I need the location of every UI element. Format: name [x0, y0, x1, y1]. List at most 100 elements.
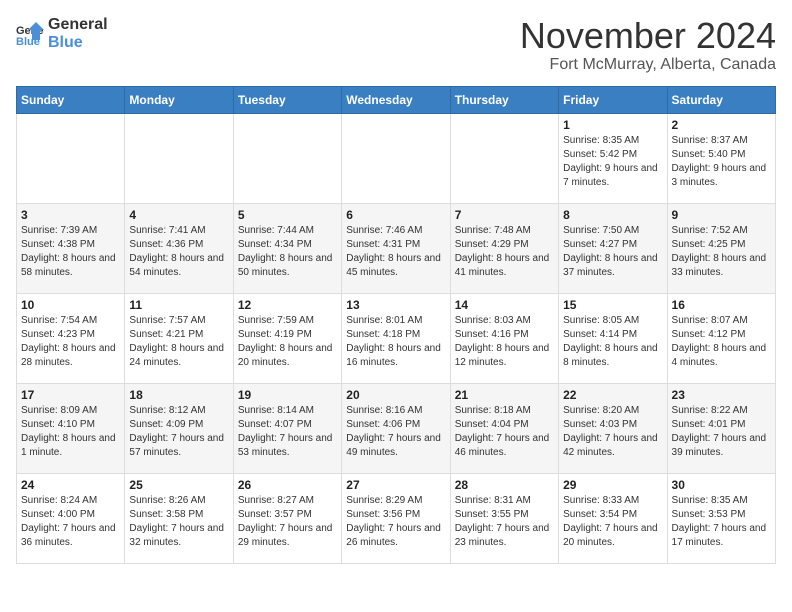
calendar-cell: 20Sunrise: 8:16 AM Sunset: 4:06 PM Dayli… [342, 383, 450, 473]
day-info: Sunrise: 7:39 AM Sunset: 4:38 PM Dayligh… [21, 224, 120, 280]
day-number: 22 [563, 388, 662, 402]
day-info: Sunrise: 8:18 AM Sunset: 4:04 PM Dayligh… [455, 404, 554, 460]
calendar-cell: 6 Sunrise: 7:46 AM Sunset: 4:31 PM Daylig… [342, 203, 450, 293]
calendar-cell [450, 113, 558, 203]
calendar-cell: 11 Sunrise: 7:57 AM Sunset: 4:21 PM Dayli… [125, 293, 233, 383]
day-info: Sunrise: 7:57 AM Sunset: 4:21 PM Dayligh… [129, 314, 228, 370]
logo-icon: General Blue [16, 20, 44, 48]
day-number: 27 [346, 478, 445, 492]
calendar-cell: 1 Sunrise: 8:35 AM Sunset: 5:42 PM Daylig… [559, 113, 667, 203]
calendar-header-row: SundayMondayTuesdayWednesdayThursdayFrid… [17, 86, 776, 113]
day-number: 3 [21, 208, 120, 222]
calendar-cell [17, 113, 125, 203]
col-header-thursday: Thursday [450, 86, 558, 113]
day-info: Sunrise: 7:50 AM Sunset: 4:27 PM Dayligh… [563, 224, 662, 280]
day-info: Sunrise: 7:44 AM Sunset: 4:34 PM Dayligh… [238, 224, 337, 280]
day-number: 13 [346, 298, 445, 312]
day-number: 9 [672, 208, 771, 222]
col-header-monday: Monday [125, 86, 233, 113]
location-title: Fort McMurray, Alberta, Canada [520, 56, 776, 74]
calendar-cell: 23 Sunrise: 8:22 AM Sunset: 4:01 PM Dayli… [667, 383, 775, 473]
calendar-cell: 21 Sunrise: 8:18 AM Sunset: 4:04 PM Dayli… [450, 383, 558, 473]
day-number: 1 [563, 118, 662, 132]
day-number: 7 [455, 208, 554, 222]
calendar-cell [342, 113, 450, 203]
calendar-cell: 2 Sunrise: 8:37 AM Sunset: 5:40 PM Daylig… [667, 113, 775, 203]
day-number: 21 [455, 388, 554, 402]
day-number: 11 [129, 298, 228, 312]
calendar-cell: 12 Sunrise: 7:59 AM Sunset: 4:19 PM Dayli… [233, 293, 341, 383]
calendar-week-row: 3 Sunrise: 7:39 AM Sunset: 4:38 PM Daylig… [17, 203, 776, 293]
calendar-cell: 14 Sunrise: 8:03 AM Sunset: 4:16 PM Dayli… [450, 293, 558, 383]
calendar-cell: 8 Sunrise: 7:50 AM Sunset: 4:27 PM Daylig… [559, 203, 667, 293]
day-number: 24 [21, 478, 120, 492]
day-number: 23 [672, 388, 771, 402]
day-info: Sunrise: 8:24 AM Sunset: 4:00 PM Dayligh… [21, 494, 120, 550]
col-header-wednesday: Wednesday [342, 86, 450, 113]
calendar-cell: 29 Sunrise: 8:33 AM Sunset: 3:54 PM Dayli… [559, 473, 667, 563]
calendar-cell [233, 113, 341, 203]
day-number: 15 [563, 298, 662, 312]
month-title: November 2024 [520, 16, 776, 56]
calendar-cell: 26 Sunrise: 8:27 AM Sunset: 3:57 PM Dayli… [233, 473, 341, 563]
day-info: Sunrise: 8:09 AM Sunset: 4:10 PM Dayligh… [21, 404, 120, 460]
day-info: Sunrise: 8:27 AM Sunset: 3:57 PM Dayligh… [238, 494, 337, 550]
day-number: 12 [238, 298, 337, 312]
day-number: 2 [672, 118, 771, 132]
day-number: 18 [129, 388, 228, 402]
day-info: Sunrise: 8:35 AM Sunset: 5:42 PM Dayligh… [563, 134, 662, 190]
day-number: 29 [563, 478, 662, 492]
day-number: 6 [346, 208, 445, 222]
calendar-cell: 16 Sunrise: 8:07 AM Sunset: 4:12 PM Dayli… [667, 293, 775, 383]
day-info: Sunrise: 8:29 AM Sunset: 3:56 PM Dayligh… [346, 494, 445, 550]
calendar-cell: 24 Sunrise: 8:24 AM Sunset: 4:00 PM Dayli… [17, 473, 125, 563]
col-header-sunday: Sunday [17, 86, 125, 113]
col-header-saturday: Saturday [667, 86, 775, 113]
calendar-cell: 15 Sunrise: 8:05 AM Sunset: 4:14 PM Dayli… [559, 293, 667, 383]
day-number: 8 [563, 208, 662, 222]
calendar-cell: 25 Sunrise: 8:26 AM Sunset: 3:58 PM Dayli… [125, 473, 233, 563]
day-info: Sunrise: 8:35 AM Sunset: 3:53 PM Dayligh… [672, 494, 771, 550]
calendar-cell: 27 Sunrise: 8:29 AM Sunset: 3:56 PM Dayli… [342, 473, 450, 563]
calendar-cell: 13Sunrise: 8:01 AM Sunset: 4:18 PM Dayli… [342, 293, 450, 383]
calendar-cell: 3 Sunrise: 7:39 AM Sunset: 4:38 PM Daylig… [17, 203, 125, 293]
day-number: 4 [129, 208, 228, 222]
day-number: 26 [238, 478, 337, 492]
day-info: Sunrise: 7:59 AM Sunset: 4:19 PM Dayligh… [238, 314, 337, 370]
day-info: Sunrise: 8:37 AM Sunset: 5:40 PM Dayligh… [672, 134, 771, 190]
day-number: 14 [455, 298, 554, 312]
calendar-cell [125, 113, 233, 203]
calendar-cell: 10Sunrise: 7:54 AM Sunset: 4:23 PM Dayli… [17, 293, 125, 383]
calendar-cell: 7Sunrise: 7:48 AM Sunset: 4:29 PM Daylig… [450, 203, 558, 293]
day-info: Sunrise: 7:54 AM Sunset: 4:23 PM Dayligh… [21, 314, 120, 370]
col-header-friday: Friday [559, 86, 667, 113]
day-number: 17 [21, 388, 120, 402]
logo: General Blue General Blue [16, 16, 108, 51]
day-info: Sunrise: 8:20 AM Sunset: 4:03 PM Dayligh… [563, 404, 662, 460]
calendar-cell: 5 Sunrise: 7:44 AM Sunset: 4:34 PM Daylig… [233, 203, 341, 293]
page-header: General Blue General Blue November 2024 … [16, 16, 776, 74]
calendar-cell: 19Sunrise: 8:14 AM Sunset: 4:07 PM Dayli… [233, 383, 341, 473]
calendar-cell: 4Sunrise: 7:41 AM Sunset: 4:36 PM Daylig… [125, 203, 233, 293]
calendar-week-row: 1 Sunrise: 8:35 AM Sunset: 5:42 PM Daylig… [17, 113, 776, 203]
day-number: 5 [238, 208, 337, 222]
logo-general: General [48, 16, 108, 34]
day-info: Sunrise: 7:52 AM Sunset: 4:25 PM Dayligh… [672, 224, 771, 280]
calendar-week-row: 17 Sunrise: 8:09 AM Sunset: 4:10 PM Dayli… [17, 383, 776, 473]
day-info: Sunrise: 8:22 AM Sunset: 4:01 PM Dayligh… [672, 404, 771, 460]
day-number: 28 [455, 478, 554, 492]
calendar-cell: 18 Sunrise: 8:12 AM Sunset: 4:09 PM Dayli… [125, 383, 233, 473]
day-info: Sunrise: 8:16 AM Sunset: 4:06 PM Dayligh… [346, 404, 445, 460]
day-number: 16 [672, 298, 771, 312]
day-info: Sunrise: 8:05 AM Sunset: 4:14 PM Dayligh… [563, 314, 662, 370]
day-info: Sunrise: 7:46 AM Sunset: 4:31 PM Dayligh… [346, 224, 445, 280]
day-info: Sunrise: 8:07 AM Sunset: 4:12 PM Dayligh… [672, 314, 771, 370]
day-number: 25 [129, 478, 228, 492]
logo-blue: Blue [48, 34, 108, 52]
day-info: Sunrise: 8:26 AM Sunset: 3:58 PM Dayligh… [129, 494, 228, 550]
day-info: Sunrise: 8:33 AM Sunset: 3:54 PM Dayligh… [563, 494, 662, 550]
day-info: Sunrise: 8:03 AM Sunset: 4:16 PM Dayligh… [455, 314, 554, 370]
day-info: Sunrise: 8:12 AM Sunset: 4:09 PM Dayligh… [129, 404, 228, 460]
calendar-cell: 17 Sunrise: 8:09 AM Sunset: 4:10 PM Dayli… [17, 383, 125, 473]
day-number: 30 [672, 478, 771, 492]
